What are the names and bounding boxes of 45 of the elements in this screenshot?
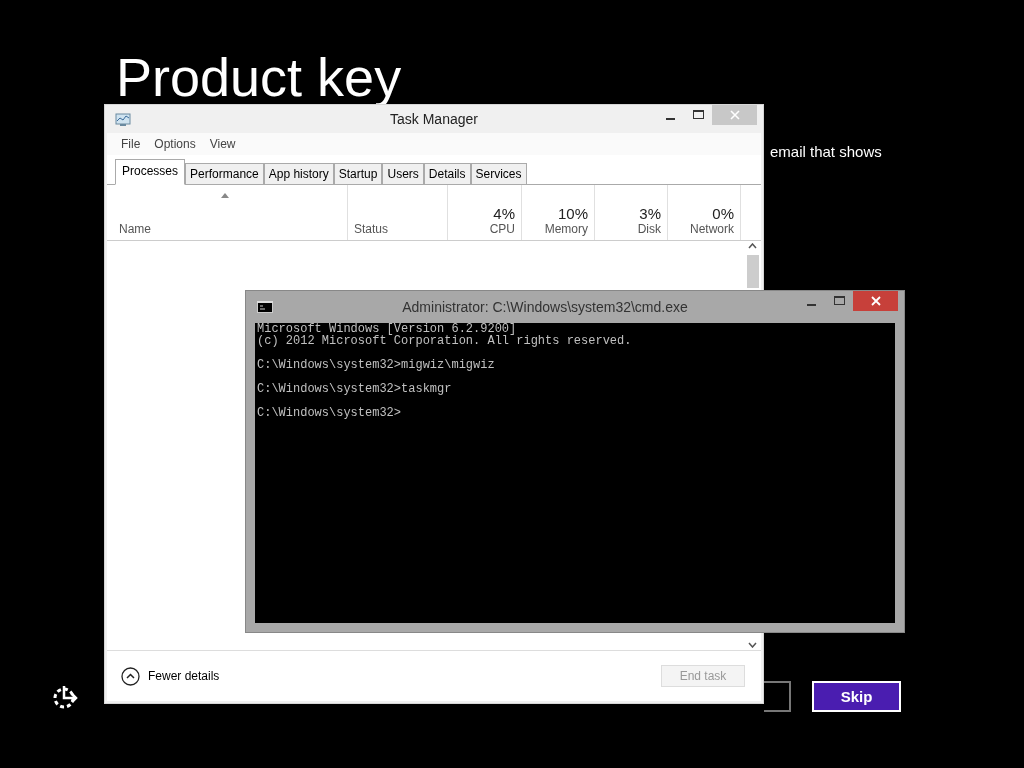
column-header[interactable]: Status [354, 222, 389, 236]
ease-of-access-icon[interactable] [52, 684, 80, 710]
skip-button[interactable]: Skip [812, 681, 901, 712]
minimize-icon [665, 117, 675, 120]
chevron-up-icon [121, 666, 140, 686]
menu-item[interactable]: File [121, 137, 141, 151]
window-title: Administrator: C:\Windows\system32\cmd.exe [402, 299, 689, 315]
tab[interactable]: Users [382, 163, 424, 185]
tab[interactable]: Performance [185, 163, 264, 185]
menu-item[interactable]: Options [154, 137, 196, 151]
close-icon [870, 296, 881, 306]
console-line: C:\Windows\system32>migwiz\migwiz [257, 359, 496, 371]
console-line: Microsoft Windows [Version 6.2.9200] [257, 323, 517, 335]
menu-item[interactable]: View [209, 137, 236, 151]
close-icon [729, 110, 740, 120]
column-header[interactable]: Memory [544, 222, 588, 236]
close-button[interactable] [853, 291, 898, 311]
console-line: C:\Windows\system32>taskmgr [257, 383, 453, 395]
tab[interactable]: App history [263, 163, 334, 185]
maximize-icon [833, 296, 845, 306]
scroll-up-icon[interactable] [748, 243, 757, 249]
fewer-details-button[interactable]: Fewer details [121, 666, 220, 686]
minimize-icon [806, 303, 816, 306]
console-line: (c) 2012 Microsoft Corporation. All rights reserved. [257, 335, 633, 347]
column-header[interactable]: CPU [489, 222, 515, 236]
usage-value: 4% [493, 205, 515, 222]
task-manager-icon [115, 113, 131, 127]
console-icon [257, 301, 273, 313]
tab[interactable]: Startup [333, 163, 383, 185]
column-header[interactable]: Disk [637, 222, 661, 236]
usage-value: 10% [557, 205, 588, 222]
description-text: email that shows [770, 143, 882, 160]
console-line: C:\Windows\system32> [257, 407, 403, 419]
tab[interactable]: Processes [115, 159, 186, 185]
maximize-icon [692, 110, 704, 120]
window-title: Task Manager [390, 111, 478, 127]
page-title: Product key [116, 46, 402, 109]
tab[interactable]: Services [470, 163, 527, 185]
scroll-down-icon[interactable] [748, 642, 757, 648]
usage-value: 0% [712, 205, 734, 222]
column-header[interactable]: Network [690, 222, 734, 236]
column-header[interactable]: Name [119, 222, 151, 236]
tab[interactable]: Details [423, 163, 471, 185]
scrollbar-thumb[interactable] [746, 255, 759, 288]
usage-value: 3% [639, 205, 661, 222]
